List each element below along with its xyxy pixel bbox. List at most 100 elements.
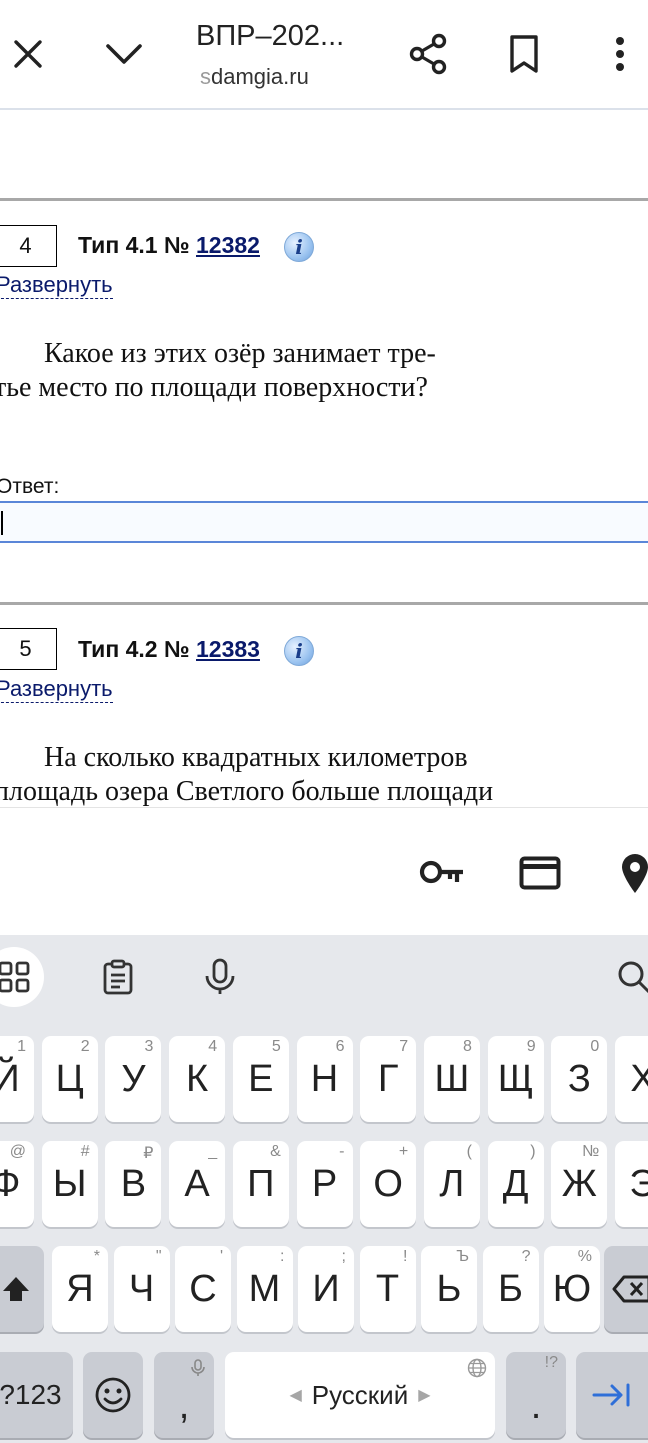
- key-letter-label: Ф: [0, 1162, 21, 1205]
- location-pin-icon[interactable]: [610, 848, 648, 898]
- key-letter[interactable]: З0: [551, 1036, 608, 1122]
- key-hint: 5: [271, 1038, 281, 1055]
- key-letter[interactable]: Щ9: [487, 1036, 544, 1122]
- key-letter-label: Ы: [52, 1162, 87, 1205]
- key-letter[interactable]: С ': [175, 1246, 231, 1332]
- autofill-bar: [0, 807, 648, 935]
- key-letter-label: Ш: [434, 1057, 470, 1100]
- key-letter[interactable]: Т!: [359, 1246, 416, 1332]
- key-letter[interactable]: Р-: [296, 1141, 353, 1227]
- comma-key[interactable]: ,: [154, 1352, 214, 1438]
- chevron-down-icon[interactable]: [92, 22, 156, 86]
- key-letter[interactable]: Б?: [482, 1246, 539, 1332]
- key-hint: 9: [526, 1038, 536, 1055]
- key-hint: 0: [590, 1038, 600, 1055]
- divider: [0, 602, 648, 605]
- key-letter[interactable]: Ч ": [113, 1246, 170, 1332]
- key-hint: *: [93, 1248, 100, 1265]
- key-letter-label: Ч: [128, 1267, 155, 1310]
- key-letter[interactable]: Э: [615, 1141, 648, 1227]
- key-letter-label: Р: [311, 1162, 338, 1205]
- key-hint: 6: [335, 1038, 345, 1055]
- key-letter[interactable]: О +: [360, 1141, 417, 1227]
- key-hint: ": [155, 1248, 162, 1265]
- key-letter-label: Щ: [497, 1057, 534, 1100]
- key-letter-label: Ь: [436, 1267, 462, 1310]
- share-icon[interactable]: [396, 22, 460, 86]
- key-letter[interactable]: Ш8: [423, 1036, 480, 1122]
- key-letter[interactable]: Х: [615, 1036, 648, 1122]
- clipboard-icon[interactable]: [88, 947, 148, 1007]
- tab-next-icon: [592, 1383, 630, 1407]
- space-key[interactable]: ◀ Русский ▶: [225, 1352, 495, 1438]
- key-icon[interactable]: [418, 848, 468, 898]
- key-hint: ?: [521, 1248, 531, 1265]
- key-letter[interactable]: Г7: [360, 1036, 417, 1122]
- expand-link[interactable]: Развернуть: [0, 272, 113, 299]
- key-letter-label: Э: [629, 1162, 648, 1205]
- shift-icon: [3, 1277, 29, 1301]
- key-letter[interactable]: М:: [236, 1246, 293, 1332]
- search-icon[interactable]: [604, 947, 648, 1007]
- key-letter[interactable]: Й1: [0, 1036, 34, 1122]
- key-letter[interactable]: Ы #: [41, 1141, 98, 1227]
- info-icon[interactable]: i: [284, 232, 314, 262]
- info-icon[interactable]: i: [284, 636, 314, 666]
- credit-card-icon[interactable]: [515, 848, 565, 898]
- key-letter-label: Б: [498, 1267, 523, 1310]
- key-letter[interactable]: У3: [105, 1036, 162, 1122]
- key-hint: @: [9, 1143, 26, 1160]
- microphone-icon[interactable]: [190, 947, 250, 1007]
- key-letter-label: А: [184, 1162, 210, 1205]
- key-hint: _: [208, 1143, 218, 1160]
- microphone-small-icon: [191, 1359, 205, 1376]
- key-letter[interactable]: И;: [298, 1246, 354, 1332]
- key-letter-label: С: [189, 1267, 217, 1310]
- backspace-key[interactable]: [604, 1246, 648, 1332]
- prev-language-arrow: ◀: [289, 1387, 302, 1404]
- key-letter[interactable]: П &: [232, 1141, 289, 1227]
- key-letter-label: Ю: [552, 1267, 592, 1310]
- shift-key[interactable]: [0, 1246, 44, 1332]
- page-url[interactable]: sdamgia.ru: [200, 64, 309, 90]
- key-letter-label: Я: [66, 1267, 94, 1310]
- key-letter[interactable]: Ж №: [551, 1141, 608, 1227]
- apps-grid-icon[interactable]: [0, 947, 44, 1007]
- key-letter[interactable]: Ф @: [0, 1141, 34, 1227]
- bookmark-icon[interactable]: [492, 22, 556, 86]
- on-screen-keyboard: Й1Ц2У3К4Е5Н6Г7Ш8Щ9З0Х Ф @ Ы # В ₽ А _ П & Р - О + Л(Д)…: [0, 935, 648, 1443]
- key-hint: 7: [399, 1038, 409, 1055]
- key-hint: &: [270, 1143, 281, 1160]
- answer-input[interactable]: [0, 501, 648, 543]
- key-hint: 4: [208, 1038, 218, 1055]
- key-letter[interactable]: Д): [487, 1141, 544, 1227]
- backspace-icon: [612, 1275, 648, 1303]
- key-letter[interactable]: Е5: [232, 1036, 289, 1122]
- key-letter-label: П: [247, 1162, 275, 1205]
- key-letter[interactable]: Ц2: [41, 1036, 98, 1122]
- task-id-link[interactable]: 12382: [196, 232, 260, 258]
- key-letter[interactable]: В ₽: [105, 1141, 162, 1227]
- key-letter[interactable]: ЬЪ: [421, 1246, 477, 1332]
- key-letter[interactable]: Я *: [52, 1246, 108, 1332]
- key-letter-label: З: [567, 1057, 591, 1100]
- next-key[interactable]: [576, 1352, 648, 1438]
- key-letter[interactable]: Л(: [423, 1141, 480, 1227]
- symbols-key[interactable]: ?123: [0, 1352, 73, 1438]
- key-letter[interactable]: К4: [169, 1036, 226, 1122]
- page-title[interactable]: ВПР–202...: [196, 20, 344, 53]
- emoji-key[interactable]: [83, 1352, 143, 1438]
- close-icon[interactable]: [0, 22, 60, 86]
- key-hint: 3: [144, 1038, 154, 1055]
- key-hint: :: [280, 1248, 285, 1265]
- key-hint: 2: [80, 1038, 90, 1055]
- key-letter[interactable]: Ю%: [544, 1246, 600, 1332]
- task-id-link[interactable]: 12383: [196, 636, 260, 662]
- key-letter[interactable]: Н6: [296, 1036, 353, 1122]
- question-text: На сколько квадратных километров площадь…: [0, 742, 494, 807]
- expand-link[interactable]: Развернуть: [0, 676, 113, 703]
- more-vert-icon[interactable]: [588, 22, 648, 86]
- browser-top-bar: ВПР–202... sdamgia.ru: [0, 0, 648, 110]
- key-letter[interactable]: А _: [169, 1141, 226, 1227]
- period-key[interactable]: . !?: [506, 1352, 566, 1438]
